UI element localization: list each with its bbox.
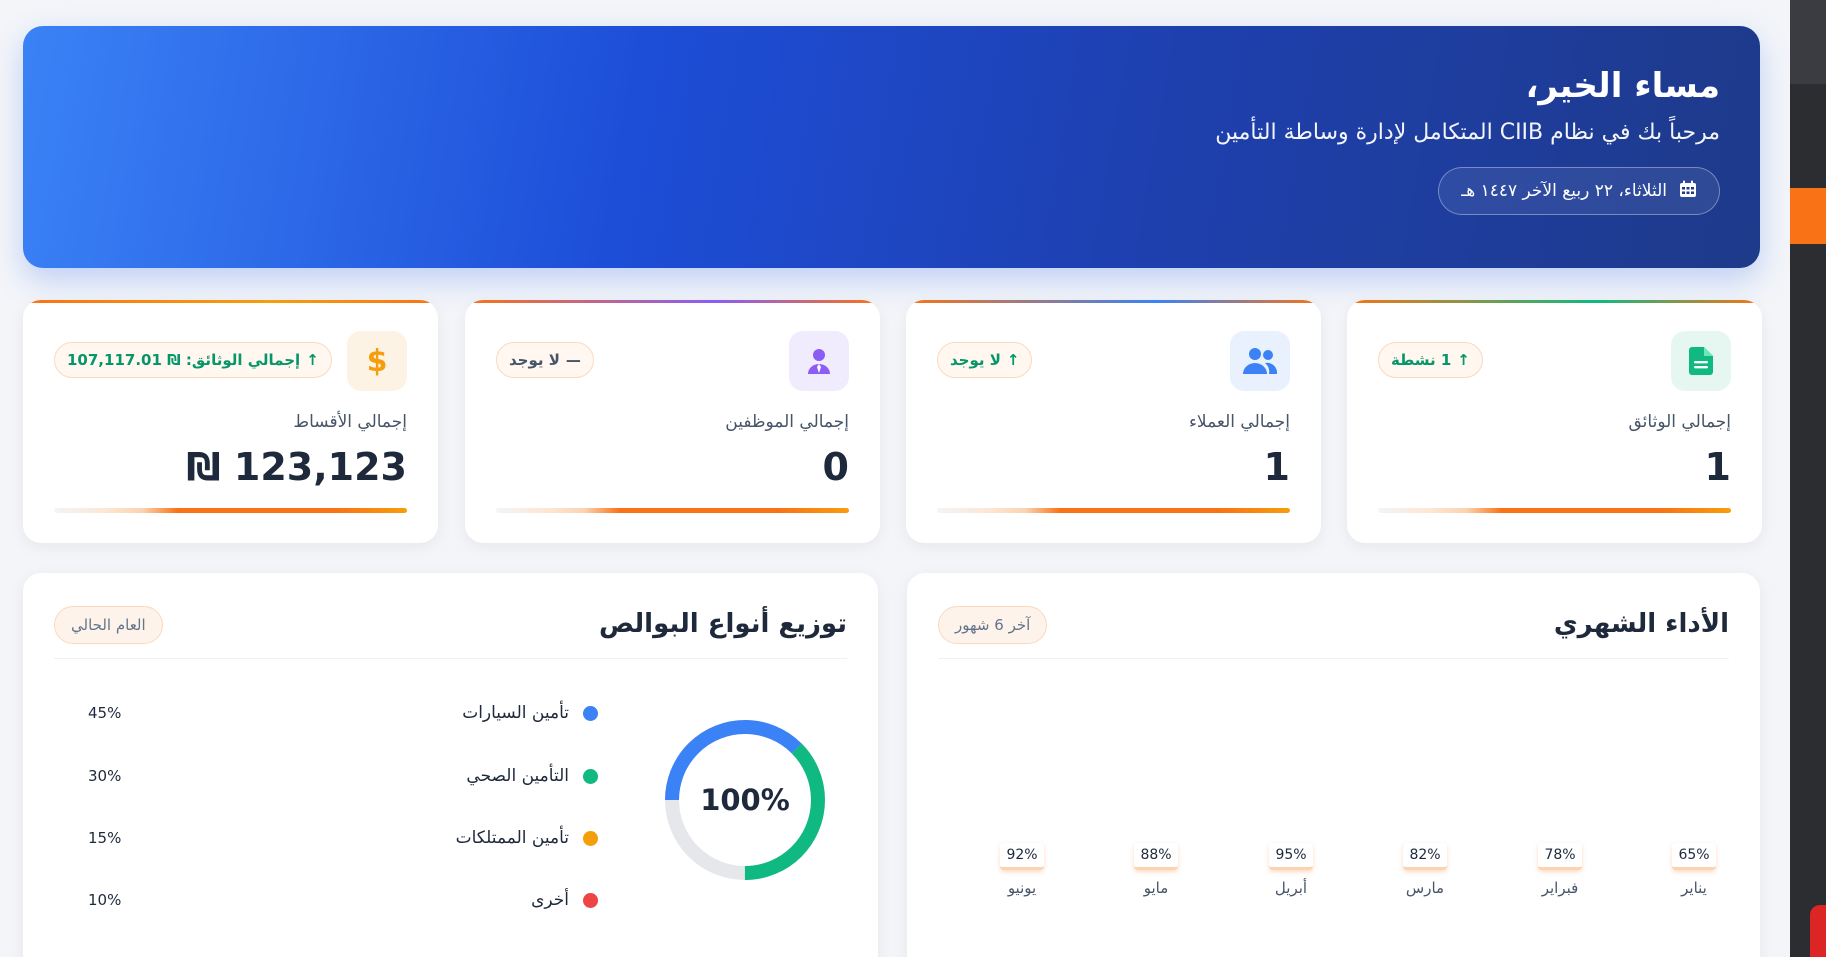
calendar-icon (1679, 180, 1697, 203)
legend-label: التأمين الصحي (466, 766, 569, 786)
month-percent: 78% (1538, 843, 1582, 870)
scrollbar-thumb[interactable] (1790, 188, 1826, 244)
stat-label-premiums: إجمالي الأقساط (293, 412, 407, 432)
month-name: أبريل (1274, 879, 1308, 897)
stat-value-policies: 1 (1704, 445, 1731, 489)
stat-value-employees: 0 (822, 445, 849, 489)
card-accent-line (465, 300, 880, 303)
month-item: 95% أبريل (1261, 843, 1321, 897)
policy-distribution-panel: توزيع أنواع البوالص العام الحالي 100% تأ… (23, 573, 878, 957)
stat-card-employees[interactable]: — لا يوجد إجمالي الموظفين 0 (465, 300, 880, 543)
panel-divider (938, 658, 1729, 659)
month-item: 82% مارس (1395, 843, 1455, 897)
users-icon (1230, 331, 1290, 391)
stat-card-policies[interactable]: ↑ 1 نشطة إجمالي الوثائق 1 (1347, 300, 1762, 543)
stat-label-policies: إجمالي الوثائق (1628, 412, 1732, 432)
month-name: مارس (1405, 879, 1445, 897)
legend-dot (583, 705, 598, 721)
month-name: يناير (1681, 879, 1707, 897)
legend-percent: 45% (88, 704, 122, 722)
legend-dot (583, 768, 598, 784)
legend-percent: 15% (88, 829, 122, 847)
stat-card-clients[interactable]: ↑ لا يوجد إجمالي العملاء 1 (906, 300, 1321, 543)
month-percent: 95% (1269, 843, 1313, 870)
stat-label-employees: إجمالي الموظفين (725, 412, 849, 432)
legend-label: أخرى (531, 890, 569, 910)
monthly-performance-panel: الأداء الشهري آخر 6 شهور 65% يناير 78% ف… (907, 573, 1760, 957)
panel-title-monthly: الأداء الشهري (1553, 609, 1729, 639)
month-item: 92% يونيو (992, 843, 1052, 897)
legend-label: تأمين السيارات (462, 703, 569, 723)
stat-card-premiums[interactable]: $ ↑ إجمالي الوثائق: ₪ 107,117.01 إجمالي … (23, 300, 438, 543)
panel-divider (54, 658, 847, 659)
month-item: 65% يناير (1664, 843, 1724, 897)
stat-value-premiums: 123,123 ₪ (186, 445, 407, 489)
month-name: فبراير (1541, 879, 1579, 897)
legend-item: التأمين الصحي 30% (88, 761, 598, 791)
month-name: مايو (1143, 879, 1169, 897)
legend-item: تأمين الممتلكات 15% (88, 823, 598, 853)
month-percent: 88% (1134, 843, 1178, 870)
card-accent-line (906, 300, 1321, 303)
legend-item: أخرى 10% (88, 885, 598, 915)
employee-icon (789, 331, 849, 391)
dollar-icon: $ (347, 331, 407, 391)
stat-progress-bar (937, 508, 1290, 513)
month-percent: 92% (1000, 843, 1044, 870)
welcome-banner: مساء الخير، مرحباً بك في نظام CIIB المتك… (23, 26, 1760, 268)
arrow-up-icon: ↑ (306, 351, 319, 369)
month-percent: 82% (1403, 843, 1447, 870)
card-accent-line (1347, 300, 1762, 303)
legend-percent: 10% (88, 891, 122, 909)
stat-progress-bar (496, 508, 849, 513)
floating-action-button[interactable] (1810, 905, 1826, 957)
stat-badge-policies: ↑ 1 نشطة (1378, 342, 1483, 378)
document-icon (1671, 331, 1731, 391)
legend-dot (583, 892, 598, 908)
card-accent-line (23, 300, 438, 303)
legend-dot (583, 830, 598, 846)
legend-percent: 30% (88, 767, 122, 785)
stat-badge-clients: ↑ لا يوجد (937, 342, 1033, 378)
arrow-up-icon: ↑ (1457, 351, 1470, 369)
stat-label-clients: إجمالي العملاء (1188, 412, 1290, 432)
greeting-title: مساء الخير، (1525, 66, 1720, 106)
month-item: 78% فبراير (1530, 843, 1590, 897)
scrollbar-top-area (1790, 0, 1826, 84)
month-percent: 65% (1672, 843, 1716, 870)
panel-title-distribution: توزيع أنواع البوالص (598, 609, 847, 639)
legend-item: تأمين السيارات 45% (88, 698, 598, 728)
welcome-subtitle: مرحباً بك في نظام CIIB المتكامل لإدارة و… (1215, 120, 1720, 145)
donut-center-label: 100% (700, 783, 790, 817)
stat-badge-premiums: ↑ إجمالي الوثائق: ₪ 107,117.01 (54, 342, 332, 378)
period-chip-current-year[interactable]: العام الحالي (54, 606, 163, 644)
period-chip-6-months[interactable]: آخر 6 شهور (938, 606, 1048, 644)
stat-progress-bar (1378, 508, 1731, 513)
month-name: يونيو (1007, 879, 1037, 897)
stat-value-clients: 1 (1263, 445, 1290, 489)
legend-label: تأمين الممتلكات (455, 828, 569, 848)
month-item: 88% مايو (1126, 843, 1186, 897)
stat-badge-employees: — لا يوجد (496, 342, 594, 378)
date-pill: الثلاثاء، ٢٢ ربيع الآخر ١٤٤٧ هـ (1438, 167, 1720, 215)
page-scrollbar[interactable] (1790, 0, 1826, 957)
stat-progress-bar (54, 508, 407, 513)
hijri-date: الثلاثاء، ٢٢ ربيع الآخر ١٤٤٧ هـ (1461, 181, 1667, 201)
dashboard: مساء الخير، مرحباً بك في نظام CIIB المتك… (0, 0, 1790, 957)
minus-icon: — (565, 351, 581, 369)
arrow-up-icon: ↑ (1006, 351, 1020, 369)
